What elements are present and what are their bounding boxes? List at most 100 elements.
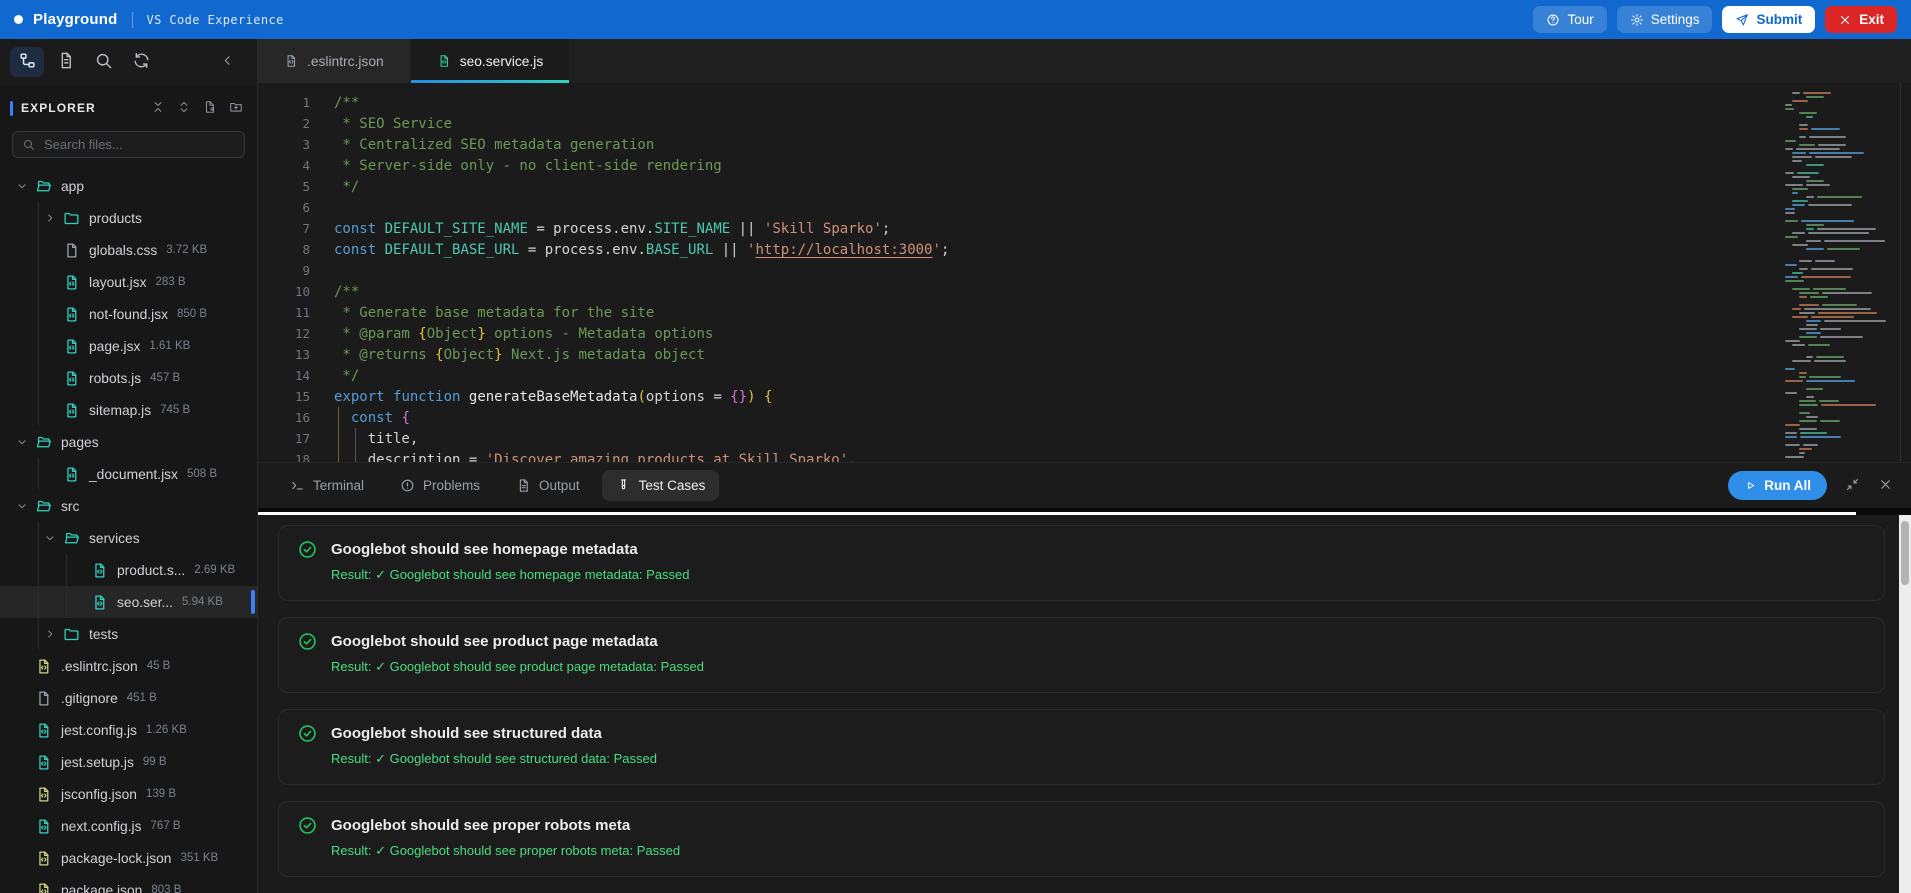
activity-refresh-button[interactable]: [124, 47, 158, 77]
expand-all-button[interactable]: [173, 97, 195, 119]
test-cases-icon: [616, 478, 631, 493]
indent-guide: [38, 394, 39, 426]
tree-item-globals-css[interactable]: globals.css 3.72 KB: [0, 234, 257, 266]
test-case-card[interactable]: Googlebot should see homepage metadata Re…: [278, 525, 1885, 601]
tree-item-gitignore[interactable]: .gitignore 451 B: [0, 682, 257, 714]
tests-scrollbar-thumb[interactable]: [1901, 521, 1909, 585]
file-size: 3.72 KB: [166, 244, 208, 256]
tree-item-sitemap-js[interactable]: sitemap.js 745 B: [0, 394, 257, 426]
file-search[interactable]: [12, 131, 245, 158]
tree-item-package-json[interactable]: package.json 803 B: [0, 874, 257, 893]
file-size: 803 B: [151, 884, 182, 893]
panel-tab-problems[interactable]: Problems: [386, 470, 494, 501]
sidebar-collapse-button[interactable]: [214, 52, 241, 72]
test-case-header: Googlebot should see proper robots meta: [297, 815, 1866, 836]
chevron-down-icon: [16, 436, 28, 448]
test-case-card[interactable]: Googlebot should see proper robots meta R…: [278, 801, 1885, 877]
test-title: Googlebot should see structured data: [331, 725, 602, 742]
panel-tab-test-cases[interactable]: Test Cases: [601, 470, 720, 501]
tree-item-next-config-js[interactable]: next.config.js 767 B: [0, 810, 257, 842]
panel-header: Terminal Problems Output Test Cases Run All: [258, 463, 1911, 508]
file-size: 351 KB: [180, 852, 219, 864]
selected-file-indicator: [251, 590, 255, 614]
code-editor[interactable]: 1/** 2 * SEO Service 3 * Centralized SEO m…: [258, 83, 1911, 462]
activity-bar: [0, 39, 257, 85]
activity-search-button[interactable]: [86, 47, 120, 77]
code-file-icon: [437, 54, 451, 68]
send-icon: [1735, 13, 1749, 27]
file-tree: app products globals.css 3.72 KB layout.jsx 2…: [0, 168, 257, 893]
panel-resize-handle[interactable]: [258, 508, 1911, 515]
panel-tab-label: Terminal: [313, 478, 365, 493]
search-icon: [94, 51, 113, 73]
settings-button[interactable]: Settings: [1616, 6, 1713, 33]
code-file-icon: [63, 338, 80, 355]
editor-column: .eslintrc.json seo.service.js 1/** 2 * SEO…: [258, 39, 1911, 893]
code-line-1: 1/**: [258, 92, 1911, 113]
exit-button[interactable]: Exit: [1825, 6, 1897, 33]
line-number: 6: [302, 200, 310, 216]
panel-minimize-button[interactable]: [1845, 477, 1860, 495]
collapse-all-button[interactable]: [147, 97, 169, 119]
activity-file-tree-button[interactable]: [10, 47, 44, 77]
folder-icon: [63, 626, 80, 643]
run-all-button[interactable]: Run All: [1728, 471, 1827, 500]
file-label: pages: [61, 434, 99, 450]
tree-item-products[interactable]: products: [0, 202, 257, 234]
panel-tab-label: Problems: [423, 478, 481, 493]
test-case-card[interactable]: Googlebot should see structured data Resu…: [278, 709, 1885, 785]
search-icon: [22, 138, 35, 151]
code-line-14: 14 */: [258, 365, 1911, 386]
new-file-button[interactable]: [199, 97, 221, 119]
tree-item-pages[interactable]: pages: [0, 426, 257, 458]
tour-button[interactable]: Tour: [1533, 6, 1607, 33]
tab-seo-service-js[interactable]: seo.service.js: [410, 39, 570, 84]
test-title: Googlebot should see proper robots meta: [331, 817, 631, 834]
tree-item-robots-js[interactable]: robots.js 457 B: [0, 362, 257, 394]
tab-eslintrc-json[interactable]: .eslintrc.json: [258, 39, 410, 84]
close-icon: [1878, 477, 1893, 495]
problems-icon: [400, 478, 415, 493]
chevron-right-icon: [44, 212, 56, 224]
new-folder-button[interactable]: [225, 97, 247, 119]
tree-item-not-found-jsx[interactable]: not-found.jsx 850 B: [0, 298, 257, 330]
tree-item-package-lock-json[interactable]: package-lock.json 351 KB: [0, 842, 257, 874]
panel-close-button[interactable]: [1878, 477, 1893, 495]
indent-guide: [38, 554, 39, 586]
file-label: robots.js: [89, 370, 142, 386]
tree-item-eslintrc-json[interactable]: .eslintrc.json 45 B: [0, 650, 257, 682]
tree-item-page-jsx[interactable]: page.jsx 1.61 KB: [0, 330, 257, 362]
submit-button[interactable]: Submit: [1722, 6, 1816, 33]
editor-scrollbar[interactable]: [1900, 83, 1901, 462]
minimap[interactable]: [1785, 92, 1897, 462]
folder-open-icon: [63, 530, 80, 547]
code-file-icon: [63, 370, 80, 387]
tree-item-document-jsx[interactable]: _document.jsx 508 B: [0, 458, 257, 490]
tree-item-layout-jsx[interactable]: layout.jsx 283 B: [0, 266, 257, 298]
tree-item-jsconfig-json[interactable]: jsconfig.json 139 B: [0, 778, 257, 810]
tests-scrollbar[interactable]: [1899, 515, 1911, 893]
tree-item-tests[interactable]: tests: [0, 618, 257, 650]
tree-item-seo-ser[interactable]: seo.ser... 5.94 KB: [0, 586, 257, 618]
test-case-card[interactable]: Googlebot should see product page metada…: [278, 617, 1885, 693]
tree-item-product-s[interactable]: product.s... 2.69 KB: [0, 554, 257, 586]
tree-item-jest-setup-js[interactable]: jest.setup.js 99 B: [0, 746, 257, 778]
panel-tab-output[interactable]: Output: [502, 470, 594, 501]
activity-files-button[interactable]: [48, 47, 82, 77]
editor-tabs: .eslintrc.json seo.service.js: [258, 39, 1911, 84]
tree-item-services[interactable]: services: [0, 522, 257, 554]
test-result: Result: ✓ Googlebot should see proper ro…: [331, 843, 681, 858]
tab-label: seo.service.js: [459, 53, 544, 69]
tree-item-src[interactable]: src: [0, 490, 257, 522]
tree-item-app[interactable]: app: [0, 170, 257, 202]
code-line-11: 11 * Generate base metadata for the site: [258, 302, 1911, 323]
search-input[interactable]: [42, 136, 235, 153]
explorer-accent-bar: [10, 100, 13, 116]
panel-tab-terminal[interactable]: Terminal: [276, 470, 378, 501]
tree-item-jest-config-js[interactable]: jest.config.js 1.26 KB: [0, 714, 257, 746]
